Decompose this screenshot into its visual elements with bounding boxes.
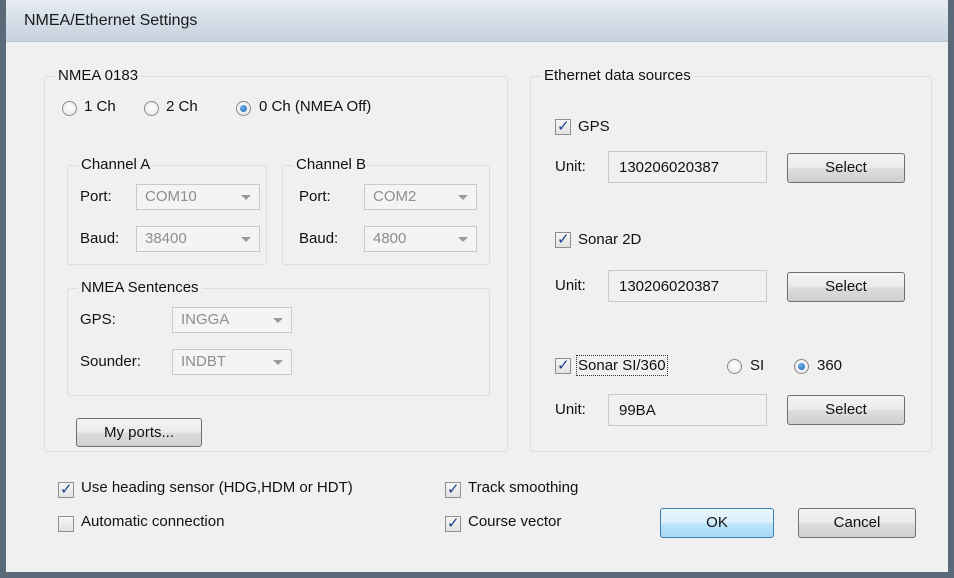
automatic-connection-checkbox[interactable] [58, 516, 74, 532]
chevron-down-icon [458, 195, 468, 200]
sentence-gps-label: GPS: [80, 311, 116, 328]
sonar-si360-checkbox[interactable] [555, 356, 571, 374]
sonar-si360-checkbox-label[interactable]: Sonar SI/360 [576, 355, 668, 376]
gps-checkbox-label[interactable]: GPS [578, 118, 610, 135]
sentence-gps-value: INGGA [181, 311, 230, 328]
nmea-sentences-group: NMEA Sentences GPS: INGGA Sounder: INDBT [67, 279, 490, 396]
radio-360[interactable] [794, 359, 809, 374]
sonar-si360-unit-field[interactable]: 99BA [608, 394, 767, 426]
channel-b-baud-select[interactable]: 4800 [364, 226, 477, 252]
radio-1ch[interactable] [62, 101, 77, 116]
sentence-sounder-value: INDBT [181, 353, 226, 370]
nmea-0183-group: NMEA 0183 1 Ch 2 Ch 0 Ch (NMEA Off) Chan… [44, 67, 508, 452]
sonar-2d-select-button[interactable]: Select [787, 272, 905, 302]
radio-0ch-nmea-off[interactable] [236, 101, 251, 116]
sentence-sounder-select[interactable]: INDBT [172, 349, 292, 375]
radio-si-label[interactable]: SI [750, 357, 764, 374]
chevron-down-icon [458, 237, 468, 242]
sentence-sounder-label: Sounder: [80, 353, 141, 370]
ethernet-sources-group: Ethernet data sources GPS Unit: 13020602… [530, 67, 932, 452]
gps-unit-label: Unit: [555, 158, 586, 175]
channel-a-baud-label: Baud: [80, 230, 120, 247]
my-ports-button[interactable]: My ports... [76, 418, 202, 447]
channel-a-port-label: Port: [80, 188, 112, 205]
channel-b-group: Channel B Port: COM2 Baud: 4800 [282, 156, 490, 265]
use-heading-sensor-checkbox[interactable] [58, 480, 74, 498]
gps-unit-field[interactable]: 130206020387 [608, 151, 767, 183]
sonar-2d-unit-label: Unit: [555, 277, 586, 294]
radio-si[interactable] [727, 359, 742, 374]
radio-2ch[interactable] [144, 101, 159, 116]
cancel-button[interactable]: Cancel [798, 508, 916, 538]
sonar-si360-unit-value: 99BA [619, 402, 656, 419]
sonar-2d-unit-field[interactable]: 130206020387 [608, 270, 767, 302]
track-smoothing-checkbox[interactable] [445, 480, 461, 498]
sonar-si360-unit-label: Unit: [555, 401, 586, 418]
gps-unit-value: 130206020387 [619, 159, 720, 176]
title-bar[interactable]: NMEA/Ethernet Settings [6, 0, 948, 42]
channel-a-group: Channel A Port: COM10 Baud: 38400 [67, 156, 267, 265]
track-smoothing-label[interactable]: Track smoothing [468, 479, 578, 496]
sonar-si360-select-button[interactable]: Select [787, 395, 905, 425]
course-vector-checkbox[interactable] [445, 514, 461, 532]
channel-a-port-select[interactable]: COM10 [136, 184, 260, 210]
chevron-down-icon [273, 360, 283, 365]
channel-a-baud-value: 38400 [145, 230, 187, 247]
channel-b-baud-value: 4800 [373, 230, 407, 247]
settings-dialog: NMEA/Ethernet Settings NMEA 0183 1 Ch 2 … [0, 0, 954, 578]
channel-b-port-label: Port: [299, 188, 331, 205]
dialog-title: NMEA/Ethernet Settings [24, 12, 198, 29]
channel-b-port-select[interactable]: COM2 [364, 184, 477, 210]
gps-checkbox[interactable] [555, 117, 571, 135]
channel-b-port-value: COM2 [373, 188, 417, 205]
sonar-2d-checkbox-label[interactable]: Sonar 2D [578, 231, 641, 248]
ethernet-group-label: Ethernet data sources [541, 67, 694, 85]
sentence-gps-select[interactable]: INGGA [172, 307, 292, 333]
dialog-body: NMEA 0183 1 Ch 2 Ch 0 Ch (NMEA Off) Chan… [12, 42, 942, 566]
chevron-down-icon [241, 237, 251, 242]
radio-2ch-label[interactable]: 2 Ch [166, 98, 198, 115]
radio-1ch-label[interactable]: 1 Ch [84, 98, 116, 115]
nmea-sentences-label: NMEA Sentences [78, 279, 202, 297]
channel-b-baud-label: Baud: [299, 230, 339, 247]
chevron-down-icon [273, 318, 283, 323]
sonar-2d-checkbox[interactable] [555, 230, 571, 248]
channel-a-label: Channel A [78, 156, 154, 174]
nmea-0183-group-label: NMEA 0183 [55, 67, 142, 85]
automatic-connection-label[interactable]: Automatic connection [81, 513, 224, 530]
course-vector-label[interactable]: Course vector [468, 513, 561, 530]
channel-b-label: Channel B [293, 156, 370, 174]
use-heading-sensor-label[interactable]: Use heading sensor (HDG,HDM or HDT) [81, 479, 353, 496]
ok-button[interactable]: OK [660, 508, 774, 538]
radio-360-label[interactable]: 360 [817, 357, 842, 374]
channel-a-baud-select[interactable]: 38400 [136, 226, 260, 252]
gps-select-button[interactable]: Select [787, 153, 905, 183]
channel-a-port-value: COM10 [145, 188, 197, 205]
sonar-2d-unit-value: 130206020387 [619, 278, 720, 295]
chevron-down-icon [241, 195, 251, 200]
radio-0ch-label[interactable]: 0 Ch (NMEA Off) [259, 98, 371, 115]
